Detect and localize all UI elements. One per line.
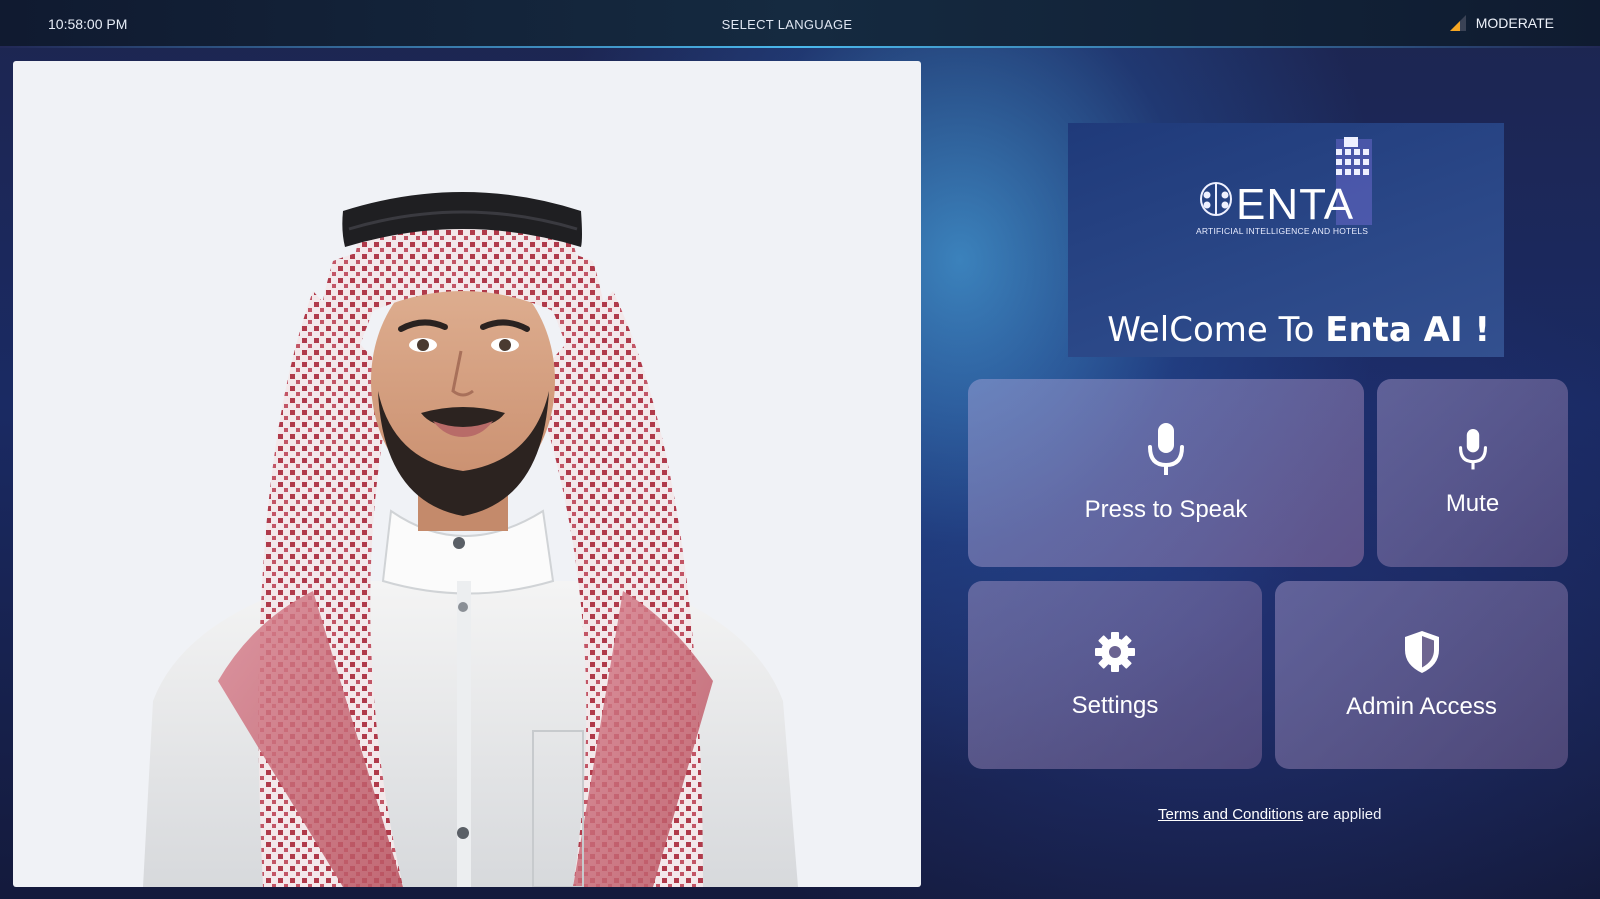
settings-button[interactable]: Settings [968,581,1262,769]
press-to-speak-button[interactable]: Press to Speak [968,379,1364,567]
mute-label: Mute [1445,489,1500,517]
settings-label: Settings [1071,691,1159,719]
welcome-prefix: WelCome To [1107,310,1326,350]
connection-status: MODERATE [1449,14,1554,32]
brain-icon [1200,182,1232,216]
avatar-panel [13,61,921,887]
terms-link[interactable]: Terms and Conditions [1158,806,1303,823]
admin-access-label: Admin Access [1346,692,1497,720]
terms-suffix: are applied [1303,806,1382,823]
signal-icon [1449,14,1467,32]
brand-card: ENTA ARTIFICIAL INTELLIGENCE AND HOTELS … [1068,123,1504,357]
microphone-icon [1146,422,1186,482]
admin-access-button[interactable]: Admin Access [1275,581,1568,769]
mute-button[interactable]: Mute [1377,379,1568,567]
microphone-icon [1457,428,1489,476]
welcome-heading: WelCome To Enta AI ! [1107,310,1490,350]
gear-icon [1094,631,1136,678]
welcome-name: Enta AI ! [1325,310,1490,350]
terms-notice: Terms and Conditions are applied [1158,806,1381,823]
logo-subtitle: ARTIFICIAL INTELLIGENCE AND HOTELS [1196,226,1369,236]
select-language-button[interactable]: SELECT LANGUAGE [0,17,1574,32]
connection-label: MODERATE [1475,15,1554,31]
top-bar: 10:58:00 PM SELECT LANGUAGE MODERATE [0,0,1600,48]
enta-logo: ENTA [1196,137,1376,238]
logo-wordmark: ENTA [1236,180,1354,229]
shield-icon [1403,630,1441,679]
press-to-speak-label: Press to Speak [1084,495,1248,523]
avatar-portrait [143,192,798,887]
